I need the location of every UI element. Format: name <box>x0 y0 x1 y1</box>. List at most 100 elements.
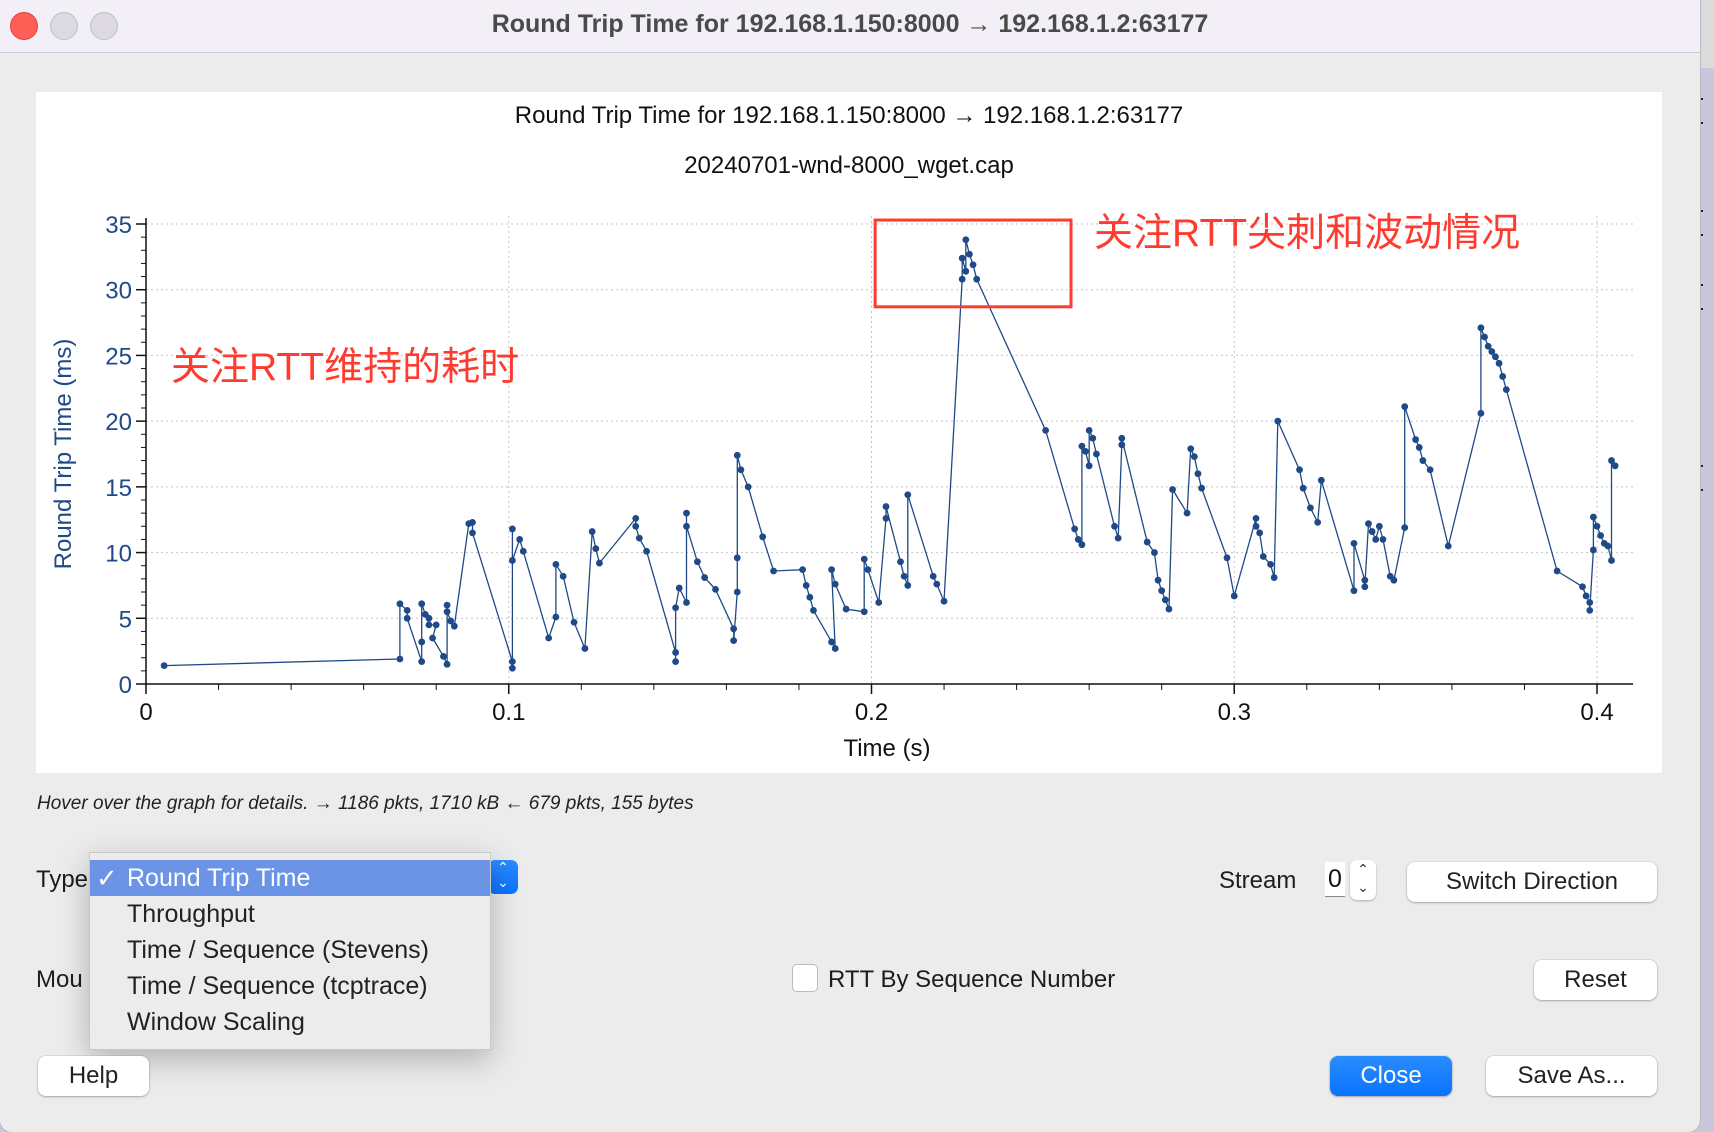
stream-label: Stream <box>1219 867 1297 894</box>
chevron-up-icon[interactable]: ⌃ <box>1350 860 1376 878</box>
rtt-data-point <box>860 555 868 563</box>
menu-item-time-sequence-tcptrace[interactable]: Time / Sequence (tcptrace) <box>90 968 490 1004</box>
rtt-data-point <box>469 529 476 537</box>
rtt-data-point <box>730 637 738 645</box>
rtt-data-point <box>842 605 850 613</box>
rtt-data-point <box>969 261 977 269</box>
rtt-data-point <box>958 254 966 262</box>
rtt-series <box>160 236 1619 672</box>
rtt-data-point <box>799 566 806 574</box>
rtt-data-point <box>1586 599 1594 606</box>
rtt-data-point <box>1223 554 1231 562</box>
rtt-data-point <box>1582 592 1590 600</box>
rtt-data-point <box>396 600 404 608</box>
menu-item-throughput[interactable]: Throughput <box>90 896 490 932</box>
rtt-data-point <box>831 645 839 652</box>
rtt-data-point <box>1230 592 1238 600</box>
type-label: Type <box>36 866 89 893</box>
rtt-data-point <box>1114 534 1122 542</box>
close-button[interactable]: Close <box>1330 1056 1452 1096</box>
rtt-data-point <box>1589 513 1597 521</box>
annotation-rtt-spike: 关注RTT尖刺和波动情况 <box>1094 212 1521 255</box>
menu-item-round-trip-time[interactable]: ✓ Round Trip Time <box>90 860 490 896</box>
menu-item-time-sequence-stevens[interactable]: Time / Sequence (Stevens) <box>90 932 490 968</box>
rtt-data-point <box>519 547 527 555</box>
rtt-data-point <box>1078 541 1086 549</box>
rtt-data-point <box>1151 549 1158 556</box>
switch-direction-button[interactable]: Switch Direction <box>1407 862 1657 902</box>
chevron-down-icon[interactable]: ⌄ <box>1350 878 1376 896</box>
rtt-data-point <box>683 522 690 530</box>
chart-subtitle: 20240701-wnd-8000_wget.cap <box>684 152 1014 179</box>
rtt-data-point <box>712 585 719 593</box>
rtt-data-point <box>1415 444 1423 451</box>
rtt-data-point <box>1252 522 1260 530</box>
rtt-data-point <box>693 558 701 566</box>
rtt-data-point <box>860 608 868 616</box>
rtt-data-point <box>596 559 603 567</box>
x-tick-label: 0.1 <box>492 699 525 726</box>
rtt-data-point <box>802 582 810 589</box>
rtt-data-point <box>1270 574 1278 581</box>
rtt-data-point <box>733 588 741 596</box>
rtt-chart[interactable]: 0 5 10 15 20 25 30 35 0 0.1 0.2 0.3 0.4 Round Trip T… <box>36 92 1662 773</box>
rtt-data-point <box>1143 538 1151 546</box>
rtt-by-sequence-checkbox[interactable] <box>792 964 818 992</box>
y-tick-label: 10 <box>105 541 132 568</box>
reset-button[interactable]: Reset <box>1534 960 1657 1000</box>
rtt-data-point <box>1093 450 1100 458</box>
rtt-data-point <box>632 522 640 530</box>
y-tick-label: 0 <box>119 672 132 699</box>
rtt-data-point <box>592 545 600 553</box>
rtt-data-point <box>940 597 948 605</box>
rtt-data-point <box>508 525 516 533</box>
rtt-data-point <box>973 275 981 283</box>
help-button[interactable]: Help <box>38 1056 149 1096</box>
menu-item-window-scaling[interactable]: Window Scaling <box>90 1004 490 1040</box>
rtt-data-point <box>1165 605 1173 613</box>
rtt-data-point <box>672 658 680 666</box>
menu-item-label: Throughput <box>127 900 255 928</box>
rtt-data-point <box>1368 528 1376 535</box>
mouse-label: Mou <box>36 966 83 993</box>
rtt-data-point <box>469 518 476 526</box>
rtt-data-point <box>516 536 524 543</box>
rtt-data-point <box>581 645 589 652</box>
rtt-data-point <box>733 451 741 459</box>
grid-lines <box>146 216 1633 684</box>
rtt-data-point <box>443 660 451 668</box>
rtt-data-point <box>1365 520 1372 528</box>
rtt-data-point <box>900 572 908 580</box>
rtt-data-point <box>828 638 835 646</box>
type-select-arrows[interactable]: ⌃ ⌄ <box>488 860 518 894</box>
x-tick-label: 0.2 <box>855 699 888 726</box>
stream-stepper[interactable]: ⌃ ⌄ <box>1350 860 1376 900</box>
rtt-data-point <box>425 614 433 622</box>
type-dropdown-menu: ✓ Round Trip Time Throughput Time / Sequ… <box>89 852 491 1050</box>
rtt-data-point <box>1361 583 1369 591</box>
rtt-data-point <box>701 574 709 581</box>
rtt-data-point <box>403 614 411 622</box>
rtt-data-point <box>1296 466 1303 474</box>
stream-input[interactable]: 0 <box>1325 862 1345 897</box>
x-tick-label: 0.4 <box>1580 699 1613 726</box>
x-tick-label: 0.3 <box>1218 699 1251 726</box>
graph-area[interactable]: 0 5 10 15 20 25 30 35 0 0.1 0.2 0.3 0.4 Round Trip T… <box>36 92 1662 773</box>
save-as-button[interactable]: Save As... <box>1486 1056 1657 1096</box>
rtt-data-point <box>1317 476 1325 484</box>
title-bar: Round Trip Time for 192.168.1.150:8000 →… <box>0 0 1700 53</box>
rtt-data-point <box>1604 542 1612 550</box>
rtt-data-point <box>160 662 168 669</box>
rtt-data-point <box>552 613 560 621</box>
rtt-data-point <box>1085 462 1093 470</box>
rtt-data-point <box>1589 546 1597 554</box>
rtt-data-point <box>443 608 451 616</box>
rtt-data-point <box>418 638 426 646</box>
rtt-data-point <box>508 658 516 666</box>
rtt-data-point <box>1158 587 1166 595</box>
rtt-data-point <box>1553 567 1561 575</box>
rtt-data-point <box>875 599 883 606</box>
rtt-data-point <box>1154 576 1162 584</box>
rtt-data-point <box>418 658 426 666</box>
rtt-data-point <box>897 558 904 566</box>
